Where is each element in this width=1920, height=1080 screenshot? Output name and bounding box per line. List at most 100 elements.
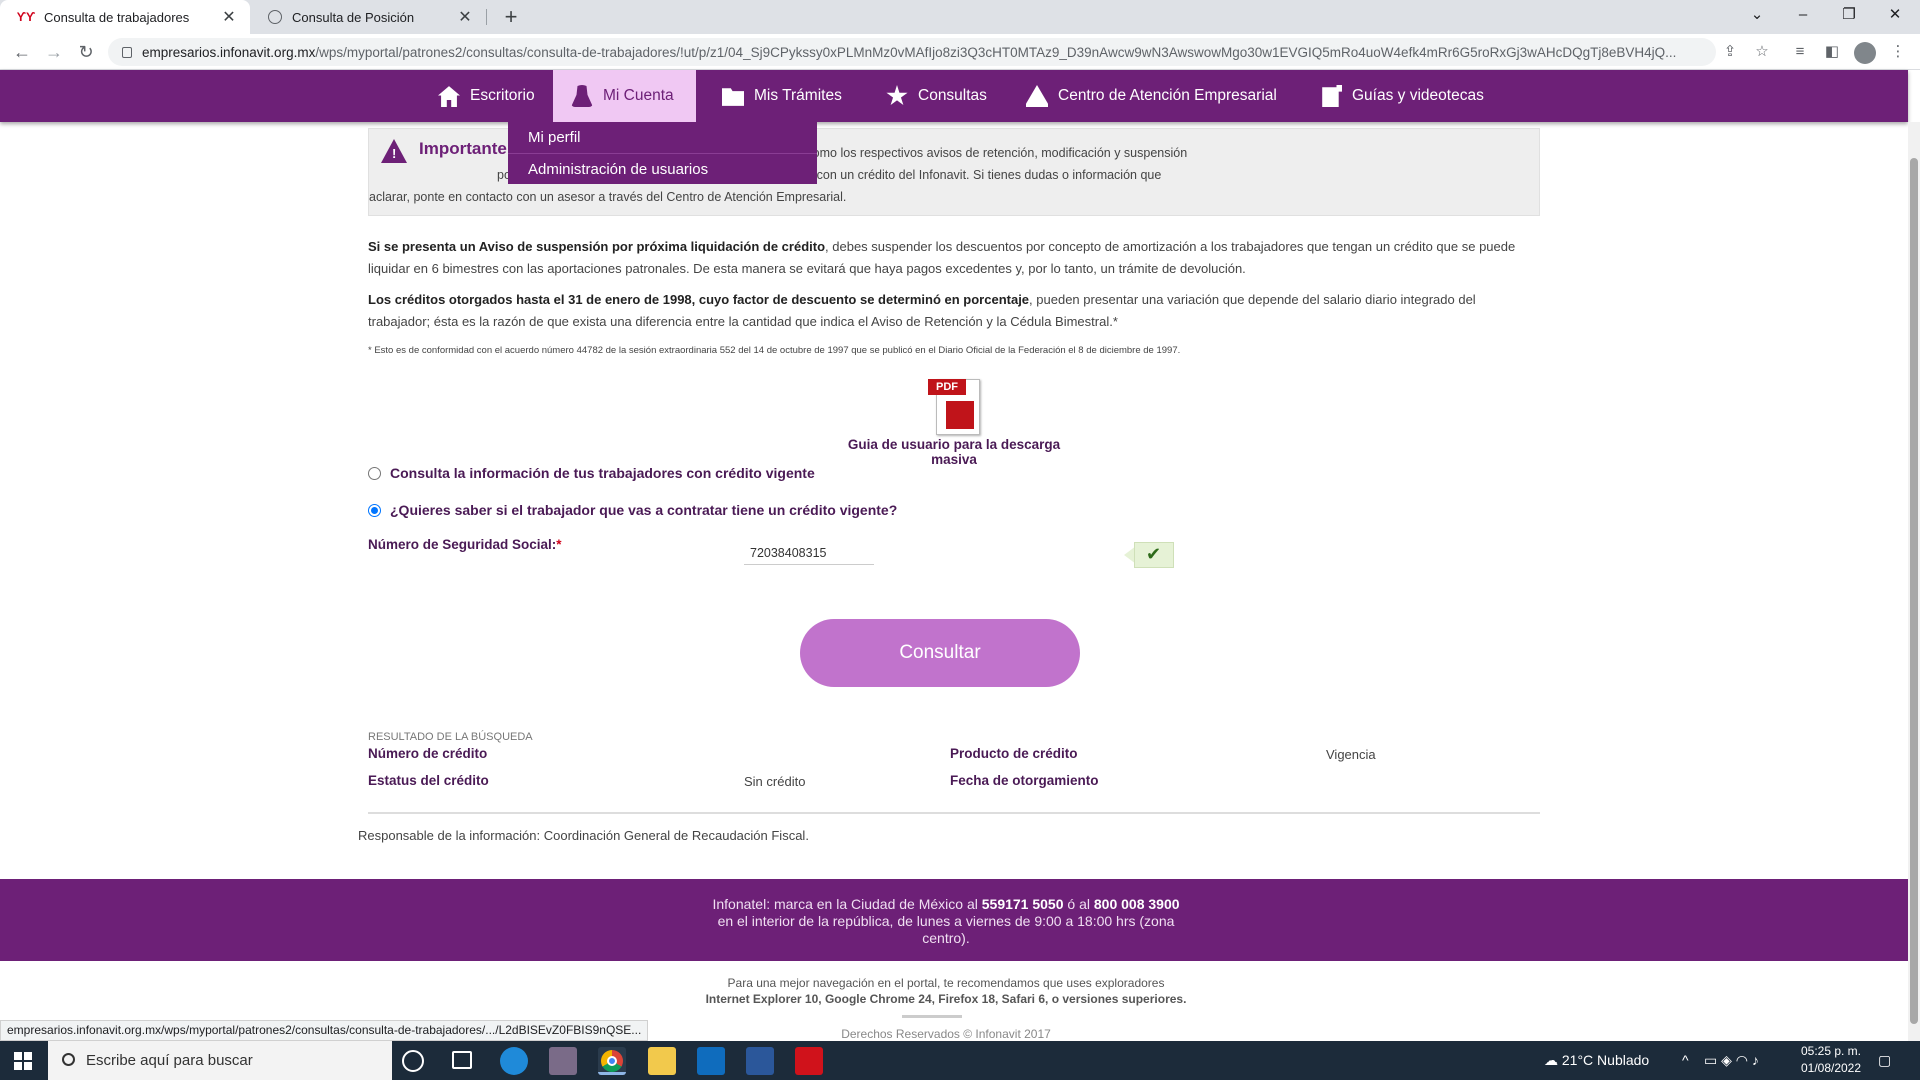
divider (368, 812, 1540, 814)
windows-taskbar: Escribe aquí para buscar ☁ 21°C Nublado … (0, 1041, 1920, 1080)
url-field[interactable]: empresarios.infonavit.org.mx/wps/myporta… (108, 38, 1716, 66)
notifications-icon[interactable]: ▢ (1878, 1041, 1891, 1080)
user-guide-link[interactable]: Guia de usuario para la descarga masiva (826, 437, 1082, 467)
estatus-credito-value: Sin crédito (744, 774, 806, 789)
paragraph-emphasis: Si se presenta un Aviso de suspensión po… (368, 239, 826, 254)
consultar-button[interactable]: Consultar (800, 619, 1080, 687)
acrobat-logo-icon (946, 401, 974, 429)
edge-icon[interactable] (500, 1047, 528, 1075)
support-center-icon (1026, 85, 1048, 107)
file-explorer-icon[interactable] (648, 1047, 676, 1075)
nss-label: Número de Seguridad Social:* (368, 537, 562, 552)
option-consulta-trabajadores[interactable]: Consulta la información de tus trabajado… (368, 465, 815, 481)
scrollbar-thumb[interactable] (1910, 158, 1918, 1024)
nav-guias-videotecas[interactable]: Guías y videotecas (1302, 70, 1502, 122)
side-panel-icon[interactable]: ◧ (1822, 42, 1842, 62)
bookmark-star-icon[interactable]: ☆ (1752, 42, 1772, 62)
phone-national: 800 008 3900 (1093, 896, 1180, 912)
nav-label: Consultas (918, 87, 987, 104)
pdf-badge: PDF (928, 379, 966, 395)
minimize-icon[interactable]: – (1780, 0, 1826, 30)
snipping-tool-icon[interactable] (549, 1047, 577, 1075)
forward-icon[interactable]: → (42, 40, 66, 64)
reload-icon[interactable]: ↻ (74, 40, 98, 64)
fecha-otorgamiento-label: Fecha de otorgamiento (950, 773, 1099, 788)
footer-line: Infonatel: marca en la Ciudad de México … (690, 896, 1202, 913)
chrome-icon[interactable] (598, 1047, 626, 1075)
taskbar-search[interactable]: Escribe aquí para buscar (48, 1041, 392, 1080)
tab-title: Consulta de Posición (292, 9, 415, 25)
phone-cdmx: 559171 5050 (981, 896, 1064, 912)
tab-consulta-posicion[interactable]: Consulta de Posición ✕ (250, 0, 486, 34)
contact-footer: Infonatel: marca en la Ciudad de México … (0, 879, 1908, 961)
suspension-paragraph: Si se presenta un Aviso de suspensión po… (368, 236, 1540, 280)
nss-label-text: Número de Seguridad Social: (368, 537, 557, 552)
weather-text: 21°C Nublado (1561, 1052, 1650, 1068)
menu-item-administracion-usuarios[interactable]: Administración de usuarios (508, 153, 817, 184)
radio-button[interactable] (368, 466, 381, 480)
tab-title: Consulta de trabajadores (44, 9, 190, 25)
nav-escritorio[interactable]: Escritorio (420, 70, 553, 122)
url-path: /wps/myportal/patrones2/consultas/consul… (315, 44, 1677, 60)
option-trabajador-a-contratar[interactable]: ¿Quieres saber si el trabajador que vas … (368, 502, 897, 518)
home-icon (438, 86, 460, 107)
warning-mark: ! (392, 146, 397, 161)
nav-mis-tramites[interactable]: Mis Trámites (704, 70, 860, 122)
close-icon[interactable]: ✕ (220, 7, 238, 27)
system-clock[interactable]: 05:25 p. m. 01/08/2022 (1796, 1043, 1866, 1077)
nav-label: Mis Trámites (754, 87, 842, 104)
word-icon[interactable] (746, 1047, 774, 1075)
browser-tab-bar: ϒϒ Consulta de trabajadores ✕ Consulta d… (0, 0, 1920, 34)
nav-centro-atencion[interactable]: Centro de Atención Empresarial (1008, 70, 1295, 122)
nav-label: Escritorio (470, 87, 535, 104)
tray-chevron-icon[interactable]: ^ (1682, 1041, 1689, 1080)
new-tab-icon[interactable]: + (498, 4, 524, 30)
tray-icons[interactable]: ▭ ◈ ◠ ♪ (1704, 1041, 1759, 1080)
tab-search-icon[interactable]: ⌄ (1734, 0, 1780, 30)
browser-menu-icon[interactable]: ⋮ (1888, 42, 1908, 62)
footnote: * Esto es de conformidad con el acuerdo … (368, 345, 1181, 356)
search-placeholder: Escribe aquí para buscar (86, 1052, 253, 1069)
share-icon[interactable]: ⇪ (1720, 42, 1740, 62)
tab-separator (486, 9, 487, 25)
close-icon[interactable]: ✕ (456, 7, 474, 27)
cortana-icon[interactable] (402, 1050, 424, 1072)
lock-icon (122, 46, 132, 58)
search-icon (62, 1053, 75, 1066)
validation-badge: ✔ (1124, 542, 1174, 568)
nav-consultas[interactable]: Consultas (868, 70, 1005, 122)
creditos-paragraph: Los créditos otorgados hasta el 31 de en… (368, 289, 1540, 333)
nav-mi-cuenta[interactable]: Mi Cuenta (553, 70, 696, 122)
estatus-credito-label: Estatus del crédito (368, 773, 489, 788)
checkmark-icon: ✔ (1146, 544, 1162, 564)
recommendation-text: Para una mejor navegación en el portal, … (727, 976, 1165, 990)
task-view-icon[interactable] (452, 1051, 472, 1069)
address-bar: ← → ↻ empresarios.infonavit.org.mx/wps/m… (0, 34, 1920, 70)
restore-icon[interactable]: ❐ (1826, 0, 1872, 30)
nss-input[interactable] (744, 541, 874, 565)
back-icon[interactable]: ← (10, 40, 34, 64)
producto-credito-label: Producto de crédito (950, 746, 1078, 761)
pdf-icon[interactable]: PDF (926, 377, 984, 437)
window-close-icon[interactable]: ✕ (1872, 0, 1918, 30)
weather-widget[interactable]: ☁ 21°C Nublado (1544, 1041, 1649, 1080)
option-label: ¿Quieres saber si el trabajador que vas … (390, 502, 898, 518)
stars-icon (886, 85, 908, 106)
acrobat-reader-icon[interactable] (795, 1047, 823, 1075)
windows-start-icon[interactable] (14, 1052, 32, 1070)
clock-date: 01/08/2022 (1800, 1061, 1862, 1075)
page-scrollbar[interactable] (1908, 122, 1920, 1041)
cloud-icon: ☁ (1544, 1052, 1562, 1068)
nav-label: Guías y videotecas (1352, 87, 1484, 104)
mail-icon[interactable] (697, 1047, 725, 1075)
guide-icon (1322, 85, 1342, 107)
paragraph-emphasis: Los créditos otorgados hasta el 31 de en… (368, 292, 1030, 307)
numero-credito-label: Número de crédito (368, 746, 488, 761)
reading-list-icon[interactable]: ≡ (1790, 42, 1810, 62)
menu-item-mi-perfil[interactable]: Mi perfil (508, 122, 817, 153)
url-domain: empresarios.infonavit.org.mx (142, 44, 316, 60)
profile-avatar[interactable] (1854, 42, 1876, 64)
radio-button-selected[interactable] (368, 503, 381, 517)
nav-label: Mi Cuenta (603, 87, 674, 104)
tab-consulta-trabajadores[interactable]: ϒϒ Consulta de trabajadores ✕ (0, 0, 250, 34)
